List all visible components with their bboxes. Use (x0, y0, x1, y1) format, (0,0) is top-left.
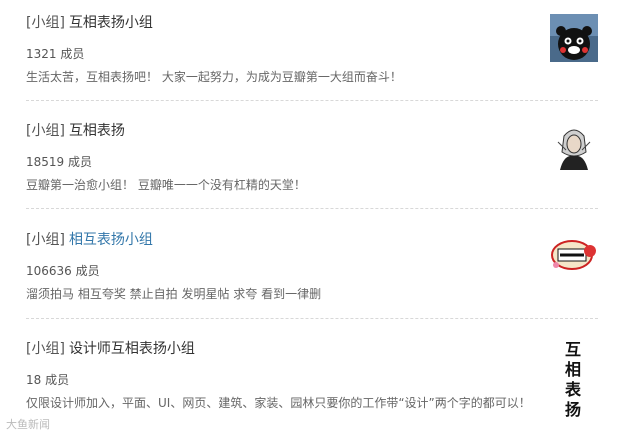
group-description: 豆瓣第一治愈小组！ 豆瓣唯一一个没有杠精的天堂！ (26, 178, 306, 192)
group-tag: [小组] (26, 341, 65, 357)
watermark: 大鱼新闻 (6, 418, 50, 431)
member-count: 18 成员 (26, 373, 70, 387)
sticker-avatar[interactable] (550, 231, 598, 279)
avatar-text-line: 表 扬 (564, 380, 585, 419)
group-description: 生活太苦，互相表扬吧！ 大家一起努力，为成为豆瓣第一大组而奋斗！ (26, 70, 402, 84)
group-name-link[interactable]: 设计师互相表扬小组 (69, 341, 195, 357)
group-description: 溜须拍马 相互夸奖 禁止自拍 发明星帖 求夸 看到一律删 (26, 287, 322, 301)
avatar-text-line: 互 相 (564, 340, 585, 379)
group-title-line: [小组] 设计师互相表扬小组 (26, 340, 195, 358)
person-sketch-avatar[interactable] (550, 122, 598, 170)
group-item-4[interactable]: [小组] 设计师互相表扬小组 18 成员 仅限设计师加入，平面、UI、网页、建筑、… (26, 340, 598, 440)
member-count: 18519 成员 (26, 155, 92, 169)
group-item-2[interactable]: [小组] 互相表扬 18519 成员 豆瓣第一治愈小组！ 豆瓣唯一一个没有杠精的天… (26, 122, 598, 222)
group-name-link[interactable]: 相互表扬小组 (69, 232, 153, 248)
group-list: [小组] 互相表扬小组 1321 成员 生活太苦，互相表扬吧！ 大家一起努力，为成… (0, 0, 618, 436)
divider (26, 318, 598, 319)
group-tag: [小组] (26, 123, 65, 139)
divider (26, 208, 598, 209)
group-description: 仅限设计师加入，平面、UI、网页、建筑、家装、园林只要你的工作带“设计”两个字的… (26, 396, 531, 410)
group-name-link[interactable]: 互相表扬小组 (69, 15, 153, 31)
group-tag: [小组] (26, 15, 65, 31)
group-item-3[interactable]: [小组] 相互表扬小组 106636 成员 溜须拍马 相互夸奖 禁止自拍 发明星帖… (26, 231, 598, 331)
group-item-1[interactable]: [小组] 互相表扬小组 1321 成员 生活太苦，互相表扬吧！ 大家一起努力，为成… (26, 14, 598, 114)
group-title-line: [小组] 相互表扬小组 (26, 231, 153, 249)
text-logo-avatar[interactable]: 互 相 表 扬 (554, 340, 596, 419)
group-title-line: [小组] 互相表扬 (26, 122, 125, 140)
group-name-link[interactable]: 互相表扬 (69, 123, 125, 139)
divider (26, 100, 598, 101)
member-count: 106636 成员 (26, 264, 100, 278)
group-tag: [小组] (26, 232, 65, 248)
group-title-line: [小组] 互相表扬小组 (26, 14, 153, 32)
bear-mascot-avatar[interactable] (550, 14, 598, 62)
member-count: 1321 成员 (26, 47, 85, 61)
